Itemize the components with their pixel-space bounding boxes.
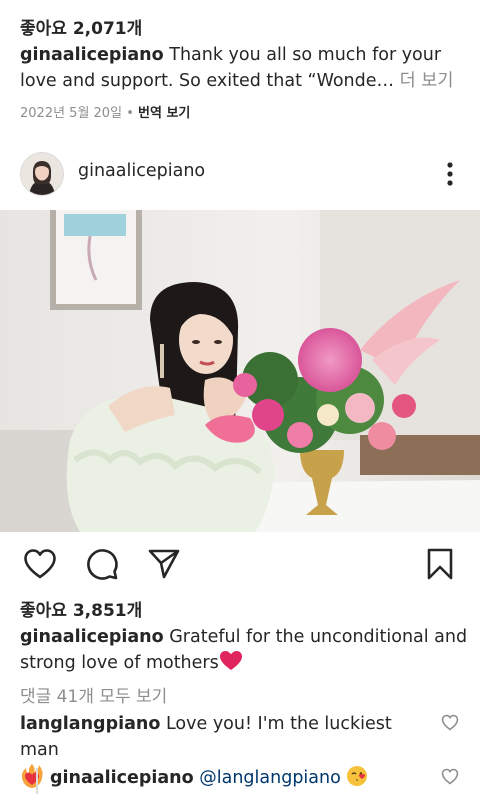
bookmark-icon[interactable]: [422, 546, 458, 582]
more-vertical-icon[interactable]: [436, 160, 464, 188]
reply-username[interactable]: ginaalicepiano: [50, 768, 194, 788]
translate-link[interactable]: 번역 보기: [138, 106, 190, 121]
red-heart-emoji: [219, 650, 243, 679]
previous-post-like-count[interactable]: 좋아요 2,071개: [20, 14, 142, 39]
profile-avatar[interactable]: [20, 152, 64, 196]
comment-username[interactable]: langlangpiano: [20, 714, 160, 734]
caption-username[interactable]: ginaalicepiano: [20, 627, 164, 647]
avatar-image: [21, 153, 63, 195]
comment-bubble-icon[interactable]: [84, 546, 120, 582]
post-caption: ginaalicepiano Grateful for the uncondit…: [20, 624, 470, 679]
previous-post-date: 2022년 5월 20일: [20, 106, 123, 121]
heart-on-fire-emoji: [20, 763, 44, 797]
post-action-bar: [0, 540, 480, 590]
post-photo[interactable]: [0, 210, 480, 532]
comment-reply: ginaalicepiano @langlangpiano: [50, 765, 430, 795]
post-photo-image: [0, 210, 480, 532]
reply-thread-line: [36, 768, 38, 794]
heart-outline-icon[interactable]: [22, 546, 58, 582]
paper-plane-icon[interactable]: [146, 546, 182, 582]
post-like-count[interactable]: 좋아요 3,851개: [20, 596, 142, 621]
reply-mention-link[interactable]: @langlangpiano: [199, 768, 341, 788]
view-all-comments-link[interactable]: 댓글 41개 모두 보기: [20, 682, 167, 707]
previous-post-caption: ginaalicepiano Thank you all so much for…: [20, 42, 466, 94]
small-heart-outline-icon[interactable]: [441, 714, 459, 735]
small-heart-outline-icon[interactable]: [441, 768, 459, 789]
meta-separator: •: [126, 106, 134, 121]
caption-more-link[interactable]: 더 보기: [400, 71, 454, 91]
face-blowing-a-kiss-emoji: [346, 765, 368, 795]
previous-post-caption-username[interactable]: ginaalicepiano: [20, 45, 164, 65]
previous-post-meta: 2022년 5월 20일 • 번역 보기: [20, 102, 190, 121]
post-author-username[interactable]: ginaalicepiano: [78, 161, 205, 181]
